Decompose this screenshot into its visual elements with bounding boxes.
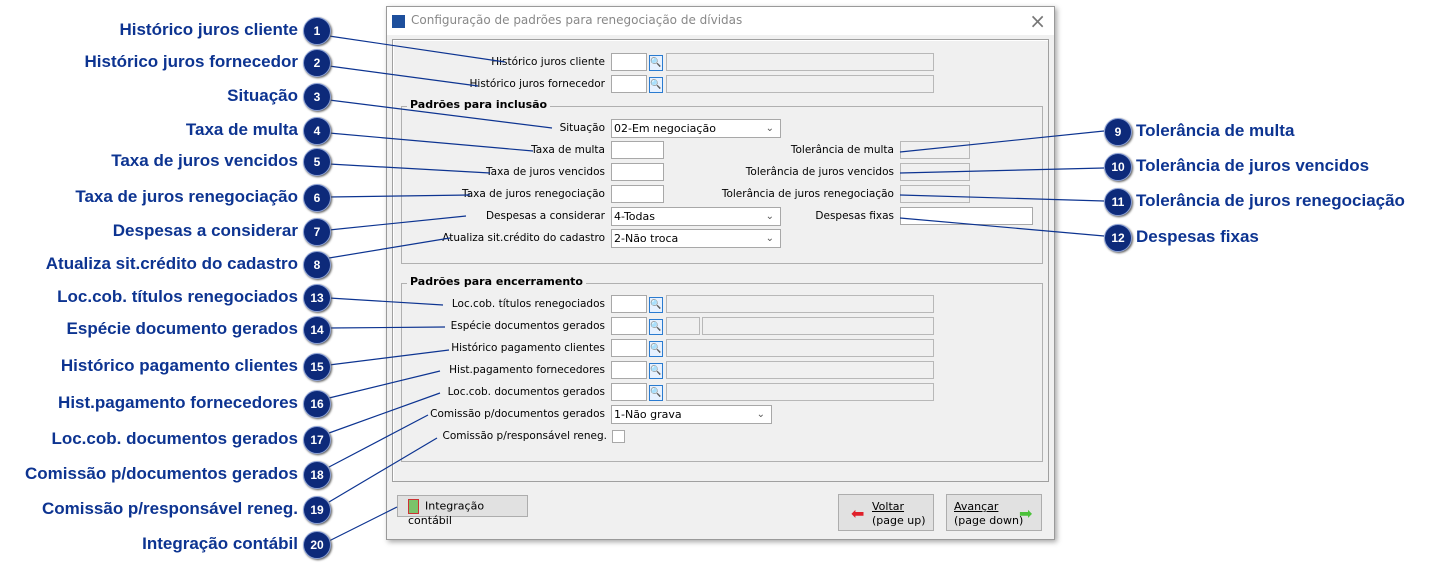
callout-line-20 <box>328 506 398 542</box>
callout-line-16 <box>328 370 441 399</box>
callout-badge-1: 1 <box>303 17 331 45</box>
callout-badge-13: 13 <box>303 284 331 312</box>
callout-badge-10: 10 <box>1104 153 1132 181</box>
callout-label-9: Tolerância de multa <box>1136 121 1295 140</box>
callout-badge-19: 19 <box>303 496 331 524</box>
callout-badge-16: 16 <box>303 390 331 418</box>
callout-line-12 <box>899 217 1105 237</box>
callout-line-7 <box>328 215 467 231</box>
callout-label-18: Comissão p/documentos gerados <box>25 464 298 483</box>
callout-label-20: Integração contábil <box>142 534 298 553</box>
callout-badge-17: 17 <box>303 426 331 454</box>
callout-line-5 <box>328 163 491 174</box>
callout-label-11: Tolerância de juros renegociação <box>1136 191 1405 210</box>
callout-label-7: Despesas a considerar <box>112 221 298 240</box>
callout-label-6: Taxa de juros renegociação <box>75 187 298 206</box>
callout-badge-9: 9 <box>1104 118 1132 146</box>
callout-label-4: Taxa de multa <box>185 120 298 139</box>
callout-line-10 <box>899 167 1105 174</box>
callout-badge-3: 3 <box>303 83 331 111</box>
callout-line-4 <box>328 132 534 152</box>
callout-line-6 <box>328 194 471 198</box>
callout-label-2: Histórico juros fornecedor <box>84 52 298 71</box>
callout-line-1 <box>328 35 506 63</box>
callout-label-13: Loc.cob. títulos renegociados <box>57 287 298 306</box>
callout-badge-7: 7 <box>303 218 331 246</box>
callout-line-3 <box>328 99 553 129</box>
callout-label-12: Despesas fixas <box>1136 227 1259 246</box>
callout-line-17 <box>328 392 441 434</box>
callout-line-13 <box>328 297 444 306</box>
callout-line-9 <box>899 130 1105 153</box>
callout-badge-2: 2 <box>303 49 331 77</box>
callout-label-16: Hist.pagamento fornecedores <box>58 393 298 412</box>
callout-line-15 <box>328 349 450 366</box>
callout-line-19 <box>328 437 438 503</box>
callout-label-3: Situação <box>227 86 298 105</box>
callout-line-11 <box>899 194 1105 202</box>
callout-line-14 <box>328 326 446 329</box>
callout-label-1: Histórico juros cliente <box>119 20 298 39</box>
callout-badge-5: 5 <box>303 148 331 176</box>
callout-badge-4: 4 <box>303 117 331 145</box>
callout-badge-15: 15 <box>303 353 331 381</box>
callout-label-8: Atualiza sit.crédito do cadastro <box>45 254 298 273</box>
callout-label-10: Tolerância de juros vencidos <box>1136 156 1370 175</box>
callout-label-17: Loc.cob. documentos gerados <box>51 429 298 448</box>
callout-line-2 <box>328 65 479 87</box>
callout-line-18 <box>328 414 429 468</box>
callout-badge-18: 18 <box>303 461 331 489</box>
callout-label-15: Histórico pagamento clientes <box>60 356 298 375</box>
callout-badge-11: 11 <box>1104 188 1132 216</box>
callout-badge-20: 20 <box>303 531 331 559</box>
callout-lines <box>328 35 1105 542</box>
callout-label-19: Comissão p/responsável reneg. <box>41 499 298 518</box>
callout-line-8 <box>328 237 451 259</box>
callout-label-14: Espécie documento gerados <box>66 319 298 338</box>
callout-badge-8: 8 <box>303 251 331 279</box>
callout-label-5: Taxa de juros vencidos <box>111 151 298 170</box>
callout-badge-14: 14 <box>303 316 331 344</box>
callout-badge-12: 12 <box>1104 224 1132 252</box>
callout-badge-6: 6 <box>303 184 331 212</box>
